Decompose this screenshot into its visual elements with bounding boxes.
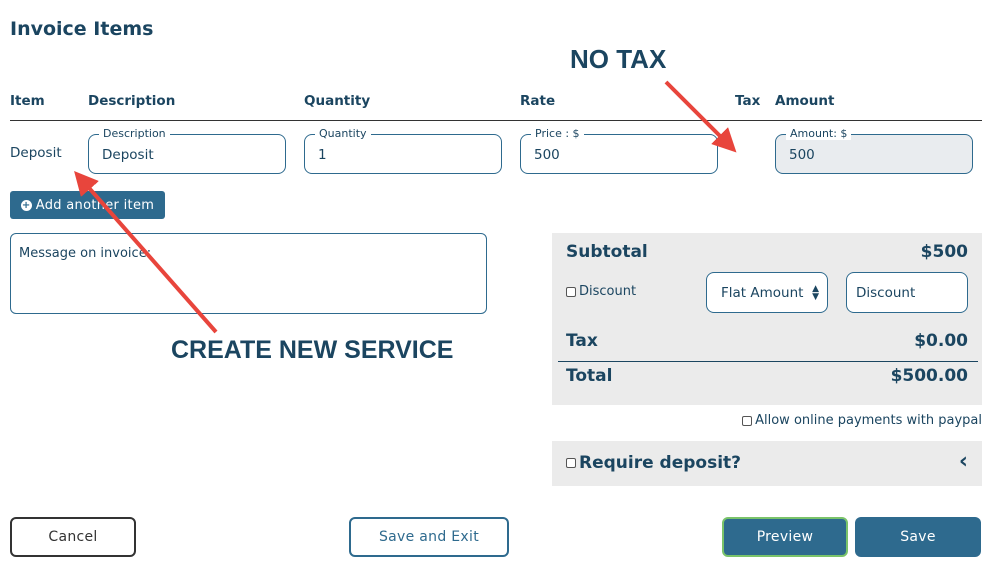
- arrow-to-tax: [664, 80, 737, 153]
- arrow-to-item: [74, 170, 218, 334]
- annotation-arrows: [74, 80, 737, 334]
